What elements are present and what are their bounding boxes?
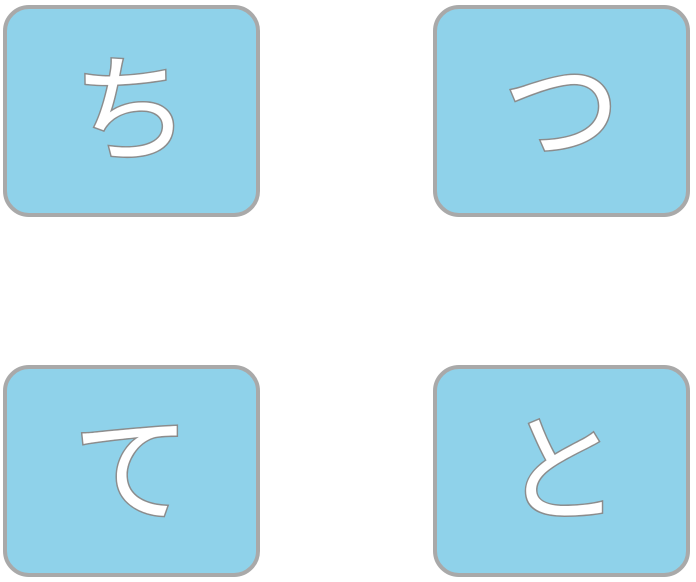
kana-card-tsu[interactable]: つ	[433, 5, 690, 217]
kana-tsu-label: つ	[501, 42, 622, 180]
kana-card-chi[interactable]: ち	[3, 5, 260, 217]
kana-chi-label: ち	[71, 42, 192, 180]
kana-te-label: て	[71, 402, 192, 540]
kana-to-label: と	[501, 402, 622, 540]
kana-card-te[interactable]: て	[3, 365, 260, 577]
kana-card-to[interactable]: と	[433, 365, 690, 577]
